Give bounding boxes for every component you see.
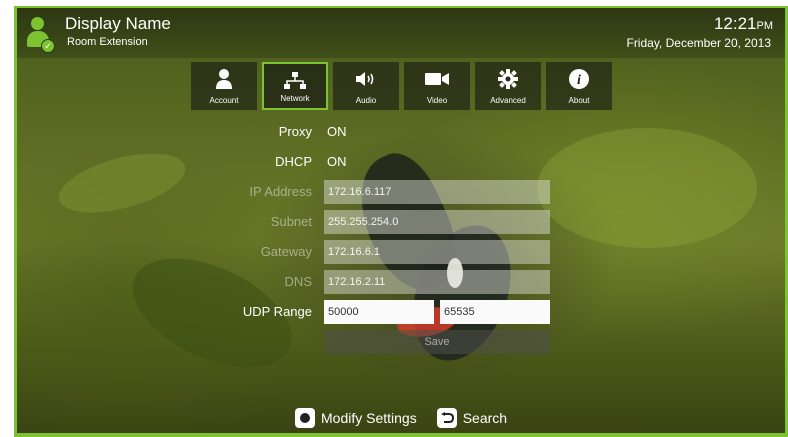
dhcp-value[interactable]: ON xyxy=(327,154,347,169)
gear-icon xyxy=(475,67,541,91)
tab-label: Video xyxy=(426,96,448,105)
tab-account[interactable]: Account xyxy=(191,62,257,110)
background-leaf xyxy=(537,128,757,248)
speaker-icon xyxy=(333,67,399,91)
info-icon: i xyxy=(546,67,612,91)
tab-video[interactable]: Video xyxy=(404,62,470,110)
gateway-field[interactable]: 172.16.6.1 xyxy=(324,240,550,264)
modify-settings-hint: Modify Settings xyxy=(321,410,417,426)
tab-label: About xyxy=(568,96,590,105)
tab-label: Advanced xyxy=(490,96,526,105)
ip-address-label: IP Address xyxy=(249,184,312,199)
dns-field[interactable]: 172.16.2.11 xyxy=(324,270,550,294)
clock-time: 12:21 xyxy=(713,14,757,33)
back-arrow-icon xyxy=(436,408,457,428)
main-screen: ✓ Display Name Room Extension 12:21PM Fr… xyxy=(17,8,785,433)
avatar: ✓ xyxy=(27,17,55,53)
gateway-label: Gateway xyxy=(260,244,312,259)
proxy-label: Proxy xyxy=(278,124,312,139)
dpad-icon xyxy=(295,408,315,428)
tab-label: Audio xyxy=(355,96,377,105)
udp-range-label: UDP Range xyxy=(242,304,312,319)
clock-ampm: PM xyxy=(756,20,774,32)
bottom-hints: Modify Settings Search xyxy=(295,408,507,428)
subnet-label: Subnet xyxy=(270,214,312,229)
room-extension: Room Extension xyxy=(67,36,148,48)
dhcp-label: DHCP xyxy=(275,154,312,169)
status-check-icon: ✓ xyxy=(41,39,55,53)
top-bar: ✓ Display Name Room Extension 12:21PM Fr… xyxy=(17,8,785,58)
proxy-value[interactable]: ON xyxy=(327,124,347,139)
background-leaf xyxy=(52,142,192,224)
tab-advanced[interactable]: Advanced xyxy=(475,62,541,110)
date: Friday, December 20, 2013 xyxy=(626,36,771,50)
settings-tabs: Account Network Audio Video Advanced i A… xyxy=(191,62,612,112)
dns-label: DNS xyxy=(284,274,312,289)
camera-icon xyxy=(404,67,470,91)
search-hint: Search xyxy=(462,410,508,426)
tab-label: Network xyxy=(280,94,310,103)
udp-range-start-field[interactable]: 50000 xyxy=(324,300,434,324)
subnet-field[interactable]: 255.255.254.0 xyxy=(324,210,550,234)
network-icon xyxy=(264,69,326,93)
user-icon xyxy=(191,67,257,91)
svg-text:i: i xyxy=(577,73,581,88)
tab-audio[interactable]: Audio xyxy=(333,62,399,110)
tab-network[interactable]: Network xyxy=(262,62,328,110)
display-name: Display Name xyxy=(65,14,171,33)
clock: 12:21PM xyxy=(714,14,773,34)
save-button[interactable]: Save xyxy=(324,330,550,354)
ip-address-field[interactable]: 172.16.6.117 xyxy=(324,180,550,204)
tab-about[interactable]: i About xyxy=(546,62,612,110)
avatar-head xyxy=(31,17,44,30)
tab-label: Account xyxy=(209,96,239,105)
udp-range-end-field[interactable]: 65535 xyxy=(440,300,550,324)
